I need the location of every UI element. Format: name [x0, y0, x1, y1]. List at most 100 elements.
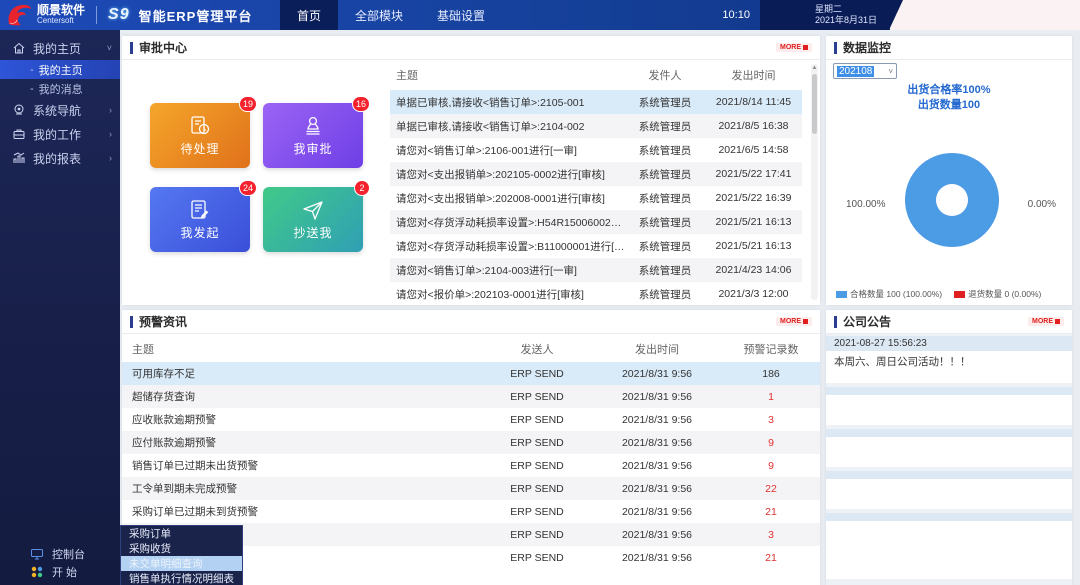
notice-more-button[interactable]: MORE	[1028, 317, 1064, 326]
table-row[interactable]: 采购订单已过期未到货预警ERP SEND2021/8/31 9:5621	[122, 500, 820, 523]
sidebar-item-my-home[interactable]: 我的主页 ˅	[0, 36, 120, 60]
approval-scrollbar[interactable]: ▲	[811, 64, 818, 300]
alerts-title-text: 预警资讯	[139, 313, 187, 330]
start-label: 开 始	[52, 564, 77, 580]
legend-item-pass[interactable]: 合格数量 100 (100.00%)	[836, 288, 942, 300]
tile-my-approvals[interactable]: 我审批 16	[263, 103, 363, 168]
sidebar-item-label: 我的工作	[33, 126, 81, 143]
time: 2021/8/31 9:56	[592, 546, 722, 569]
scrollbar-thumb[interactable]	[812, 74, 817, 134]
table-row[interactable]: 请您对<存货浮动耗损率设置>:B11000001进行[审核]系统管理员2021/…	[390, 234, 802, 258]
sidebar-subitem-my-messages[interactable]: 我的消息	[0, 79, 120, 98]
subject: 请您对<支出报销单>:202105-0002进行[审核]	[390, 162, 625, 186]
table-row[interactable]: 应付账款逾期预警ERP SEND2021/8/31 9:569	[122, 431, 820, 454]
chevron-down-icon: ˅	[107, 43, 112, 53]
table-row[interactable]: 单据已审核,请接收<销售订单>:2105-001系统管理员2021/8/14 1…	[390, 90, 802, 114]
popup-menu-item[interactable]: 采购收货	[121, 541, 242, 556]
subject: 应收账款逾期预警	[122, 408, 482, 431]
alerts-more-button[interactable]: MORE	[776, 317, 812, 326]
more-icon	[803, 319, 808, 324]
tile-label: 我审批	[293, 140, 332, 157]
tile-cc-to-me[interactable]: 抄送我 2	[263, 187, 363, 252]
taskbar-popup-menu: 采购订单采购收货未交单明细查询销售单执行情况明细表	[120, 525, 243, 585]
sender: ERP SEND	[482, 408, 592, 431]
sender: 系统管理员	[625, 90, 705, 114]
popup-menu-item[interactable]: 采购订单	[121, 526, 242, 541]
popup-menu-item[interactable]: 未交单明细查询	[121, 556, 242, 571]
table-row[interactable]: 请您对<报价单>:202103-0001进行[审核]系统管理员2021/3/3 …	[390, 282, 802, 306]
date-block: 星期二 2021年8月31日	[760, 0, 903, 30]
notice-entry-time[interactable]: 2021-08-27 15:56:23	[826, 336, 1072, 351]
approval-more-button[interactable]: MORE	[776, 43, 812, 52]
sender: 系统管理员	[625, 138, 705, 162]
col-time: 发出时间	[705, 60, 802, 90]
product-title: 智能ERP管理平台	[139, 6, 253, 25]
time: 2021/5/21 16:13	[705, 210, 802, 234]
time: 2021/3/3 12:00	[705, 282, 802, 306]
time: 2021/8/31 9:56	[592, 431, 722, 454]
console-button[interactable]: 控制台	[0, 545, 120, 563]
count: 9	[722, 431, 820, 454]
ship-qty-text: 出货数量100	[826, 98, 1072, 113]
sender: 系统管理员	[625, 162, 705, 186]
monitor-panel-title: 数据监控	[826, 36, 1072, 60]
top-nav: 首页全部模块基础设置	[280, 0, 502, 30]
tile-initiated-by-me[interactable]: 我发起 24	[150, 187, 250, 252]
sender: ERP SEND	[482, 546, 592, 569]
sidebar-item-system-nav[interactable]: 系统导航 ›	[0, 98, 120, 122]
time: 2021/5/21 16:13	[705, 234, 802, 258]
table-row[interactable]: 可用库存不足ERP SEND2021/8/31 9:56186	[122, 362, 820, 385]
sidebar-subitem-my-home[interactable]: 我的主页	[0, 60, 120, 79]
table-row[interactable]: 请您对<支出报销单>:202105-0002进行[审核]系统管理员2021/5/…	[390, 162, 802, 186]
count: 186	[722, 362, 820, 385]
alerts-panel-title: 预警资讯 MORE	[122, 310, 820, 334]
sender: ERP SEND	[482, 454, 592, 477]
table-row[interactable]: 请您对<销售订单>:2104-003进行[一审]系统管理员2021/4/23 1…	[390, 258, 802, 282]
scroll-up-icon[interactable]: ▲	[811, 65, 818, 71]
table-row[interactable]: 请您对<支出报销单>:202008-0001进行[审核]系统管理员2021/5/…	[390, 186, 802, 210]
more-label: MORE	[780, 44, 801, 51]
top-nav-item[interactable]: 首页	[280, 0, 338, 30]
select-caret-icon: ˅	[888, 67, 893, 76]
col-count: 预警记录数	[722, 336, 820, 362]
topbar-light-area	[890, 0, 1080, 30]
table-row[interactable]: 应收账款逾期预警ERP SEND2021/8/31 9:563	[122, 408, 820, 431]
tile-pending[interactable]: 待处理 19	[150, 103, 250, 168]
subject: 请您对<报价单>:202103-0001进行[审核]	[390, 282, 625, 306]
popup-menu-item[interactable]: 销售单执行情况明细表	[121, 571, 242, 585]
home-icon	[12, 41, 26, 55]
sidebar-item-my-work[interactable]: 我的工作 ›	[0, 122, 120, 146]
table-row[interactable]: 工令单到期未完成预警ERP SEND2021/8/31 9:5622	[122, 477, 820, 500]
table-row[interactable]: 超储存货查询ERP SEND2021/8/31 9:561	[122, 385, 820, 408]
sidebar: 我的主页 ˅ 我的主页 我的消息 系统导航 › 我的工作 › 我的报表 › 控制…	[0, 30, 120, 585]
legend-item-return[interactable]: 退货数量 0 (0.00%)	[954, 288, 1041, 300]
sidebar-subitem-label: 我的主页	[39, 62, 83, 78]
approval-center-panel: 审批中心 MORE 待处理 19 我审批 16 我发起 24 抄送我 2 主题	[122, 36, 820, 305]
chart-legend: 合格数量 100 (100.00%) 退货数量 0 (0.00%)	[836, 288, 1041, 300]
count: 22	[722, 477, 820, 500]
sender: 系统管理员	[625, 282, 705, 306]
date: 2021年8月31日	[815, 15, 877, 26]
sidebar-item-my-reports[interactable]: 我的报表 ›	[0, 146, 120, 170]
count: 21	[722, 546, 820, 569]
start-button[interactable]: 开 始	[0, 563, 120, 581]
notice-entry-empty-head	[826, 513, 1072, 521]
top-nav-item[interactable]: 基础设置	[420, 0, 502, 30]
brand-sub: Centersoft	[37, 16, 85, 25]
monitor-title-text: 数据监控	[843, 39, 891, 56]
subject: 可用库存不足	[122, 362, 482, 385]
notice-entry-empty-head	[826, 471, 1072, 479]
table-row[interactable]: 单据已审核,请接收<销售订单>:2104-002系统管理员2021/8/5 16…	[390, 114, 802, 138]
donut-right-label: 0.00%	[1028, 199, 1056, 210]
table-row[interactable]: 请您对<存货浮动耗损率设置>:H54R15006002进行[审核]系统管理员20…	[390, 210, 802, 234]
tile-label: 待处理	[180, 140, 219, 157]
period-select[interactable]: 202108 ˅	[833, 63, 897, 79]
briefcase-icon	[12, 127, 26, 141]
donut-chart[interactable]	[905, 153, 999, 247]
table-row[interactable]: 请您对<销售订单>:2106-001进行[一审]系统管理员2021/6/5 14…	[390, 138, 802, 162]
table-row[interactable]: 销售订单已过期未出货预警ERP SEND2021/8/31 9:569	[122, 454, 820, 477]
notice-entry-empty-body	[826, 479, 1072, 509]
subject: 单据已审核,请接收<销售订单>:2105-001	[390, 90, 625, 114]
top-nav-item[interactable]: 全部模块	[338, 0, 420, 30]
brand-divider	[96, 6, 97, 24]
